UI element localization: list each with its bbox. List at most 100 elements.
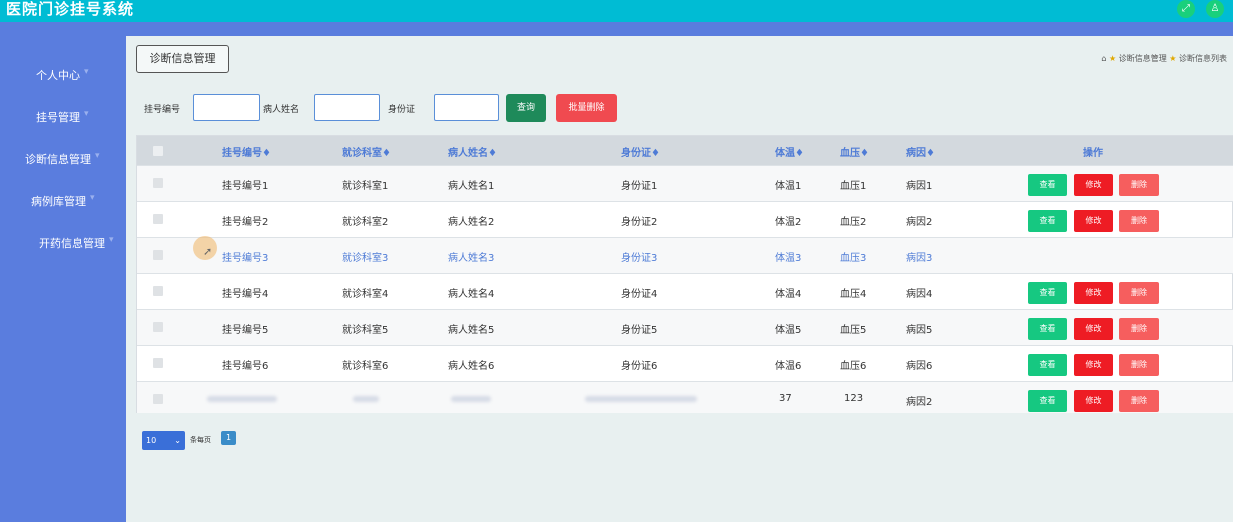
cell-bp: 血压1 (840, 181, 867, 192)
id-card-input[interactable] (434, 94, 499, 121)
view-button[interactable]: 查看 (1028, 282, 1067, 304)
row-checkbox[interactable] (153, 250, 163, 260)
caret-down-icon: ▾ (84, 109, 89, 119)
sidebar-item-prescription[interactable]: 开药信息管理 ▾ (0, 232, 126, 252)
table-row[interactable]: 挂号编号4 就诊科室4 病人姓名4 身份证4 体温4 血压4 病因4 查看 修改… (137, 273, 1233, 309)
cell-cause: 病因4 (906, 289, 933, 300)
sidebar-item-case-library[interactable]: 病例库管理 ▾ (0, 190, 126, 210)
col-dept[interactable]: 就诊科室♦ (342, 144, 391, 159)
cell-temp: 体温2 (775, 217, 802, 228)
edit-button[interactable]: 修改 (1074, 210, 1113, 232)
cell-dept: 就诊科室6 (342, 361, 389, 372)
blurred-reg-no (207, 396, 277, 402)
cell-bp: 血压3 (840, 253, 867, 264)
view-button[interactable]: 查看 (1028, 354, 1067, 376)
delete-button[interactable]: 删除 (1119, 318, 1159, 340)
header-strip (0, 22, 1233, 36)
row-checkbox[interactable] (153, 394, 163, 404)
col-actions: 操作 (1083, 148, 1103, 159)
cell-patient-name: 病人姓名6 (448, 361, 495, 372)
delete-button[interactable]: 删除 (1119, 210, 1159, 232)
cell-patient-name: 病人姓名4 (448, 289, 495, 300)
cell-id-card: 身份证4 (621, 289, 658, 300)
view-button[interactable]: 查看 (1028, 174, 1067, 196)
table-row[interactable]: 37 123 病因2 查看 修改 删除 (137, 381, 1233, 413)
table-row[interactable]: 挂号编号1 就诊科室1 病人姓名1 身份证1 体温1 血压1 病因1 查看 修改… (137, 165, 1233, 201)
row-checkbox[interactable] (153, 358, 163, 368)
cell-cause: 病因5 (906, 325, 933, 336)
table-row[interactable]: 挂号编号6 就诊科室6 病人姓名6 身份证6 体温6 血压6 病因6 查看 修改… (137, 345, 1233, 381)
cell-reg-no: 挂号编号6 (222, 361, 269, 372)
page-number-1[interactable]: 1 (221, 431, 236, 445)
caret-down-icon: ▾ (84, 67, 89, 77)
patient-name-label: 病人姓名 (263, 105, 300, 115)
col-reg-no[interactable]: 挂号编号♦ (222, 144, 271, 159)
query-button[interactable]: 查询 (506, 94, 546, 122)
delete-button[interactable]: 删除 (1119, 174, 1159, 196)
select-all-checkbox[interactable] (153, 146, 163, 156)
view-button[interactable]: 查看 (1028, 390, 1067, 412)
view-button[interactable]: 查看 (1028, 318, 1067, 340)
row-checkbox[interactable] (153, 214, 163, 224)
sidebar-item-label: 病例库管理 (31, 195, 86, 208)
delete-button[interactable]: 删除 (1119, 354, 1159, 376)
cell-cause: 病因6 (906, 361, 933, 372)
edit-button[interactable]: 修改 (1074, 318, 1113, 340)
blurred-dept (353, 396, 379, 402)
table-row[interactable]: 挂号编号3 就诊科室3 病人姓名3 身份证3 体温3 血压3 病因3 (137, 237, 1233, 273)
col-cause[interactable]: 病因♦ (906, 144, 935, 159)
row-checkbox[interactable] (153, 322, 163, 332)
cell-reg-no: 挂号编号3 (222, 253, 269, 264)
breadcrumb-level1[interactable]: 诊断信息管理 (1119, 54, 1167, 63)
patient-name-input[interactable] (314, 94, 380, 121)
delete-button[interactable]: 删除 (1119, 390, 1159, 412)
cell-dept: 就诊科室2 (342, 217, 389, 228)
row-checkbox[interactable] (153, 286, 163, 296)
cell-dept: 就诊科室3 (342, 253, 389, 264)
reg-no-input[interactable] (193, 94, 260, 121)
cell-bp: 血压4 (840, 289, 867, 300)
edit-button[interactable]: 修改 (1074, 282, 1113, 304)
cell-dept: 就诊科室4 (342, 289, 389, 300)
delete-button[interactable]: 删除 (1119, 282, 1159, 304)
sidebar-item-diagnosis[interactable]: 诊断信息管理 ▾ (0, 148, 126, 168)
per-page-label: 条每页 (190, 436, 211, 444)
user-icon[interactable]: ♙ (1206, 0, 1224, 18)
cell-bp: 123 (844, 393, 864, 404)
page-title-tag[interactable]: 诊断信息管理 (136, 45, 229, 73)
col-id-card[interactable]: 身份证♦ (621, 144, 660, 159)
app-title: 医院门诊挂号系统 (6, 0, 135, 18)
page-size-select[interactable]: 10 ⌄ (142, 431, 185, 450)
col-bp[interactable]: 血压♦ (840, 144, 869, 159)
cell-reg-no: 挂号编号2 (222, 217, 269, 228)
expand-icon[interactable]: ⤢ (1177, 0, 1195, 18)
cell-patient-name: 病人姓名5 (448, 325, 495, 336)
mouse-pointer-icon: ➚ (203, 245, 213, 258)
edit-button[interactable]: 修改 (1074, 390, 1113, 412)
cell-id-card: 身份证5 (621, 325, 658, 336)
row-checkbox[interactable] (153, 178, 163, 188)
blurred-id-card (585, 396, 697, 402)
cell-dept: 就诊科室1 (342, 181, 389, 192)
edit-button[interactable]: 修改 (1074, 354, 1113, 376)
cell-id-card: 身份证2 (621, 217, 658, 228)
col-patient-name[interactable]: 病人姓名♦ (448, 144, 497, 159)
cell-temp: 体温1 (775, 181, 802, 192)
breadcrumb: ⌂ ★ 诊断信息管理 ★ 诊断信息列表 (1101, 53, 1227, 64)
batch-delete-button[interactable]: 批量删除 (556, 94, 617, 122)
cell-bp: 血压2 (840, 217, 867, 228)
table-row[interactable]: 挂号编号2 就诊科室2 病人姓名2 身份证2 体温2 血压2 病因2 查看 修改… (137, 201, 1233, 237)
home-icon[interactable]: ⌂ (1101, 54, 1106, 63)
cell-dept: 就诊科室5 (342, 325, 389, 336)
blurred-patient-name (451, 396, 491, 402)
cell-temp: 体温4 (775, 289, 802, 300)
col-temp[interactable]: 体温♦ (775, 144, 804, 159)
sidebar-item-personal-center[interactable]: 个人中心 ▾ (0, 64, 126, 84)
cell-cause: 病因2 (906, 217, 933, 228)
view-button[interactable]: 查看 (1028, 210, 1067, 232)
cell-patient-name: 病人姓名2 (448, 217, 495, 228)
edit-button[interactable]: 修改 (1074, 174, 1113, 196)
sidebar-item-registration[interactable]: 挂号管理 ▾ (0, 106, 126, 126)
cell-patient-name: 病人姓名1 (448, 181, 495, 192)
table-row[interactable]: 挂号编号5 就诊科室5 病人姓名5 身份证5 体温5 血压5 病因5 查看 修改… (137, 309, 1233, 345)
